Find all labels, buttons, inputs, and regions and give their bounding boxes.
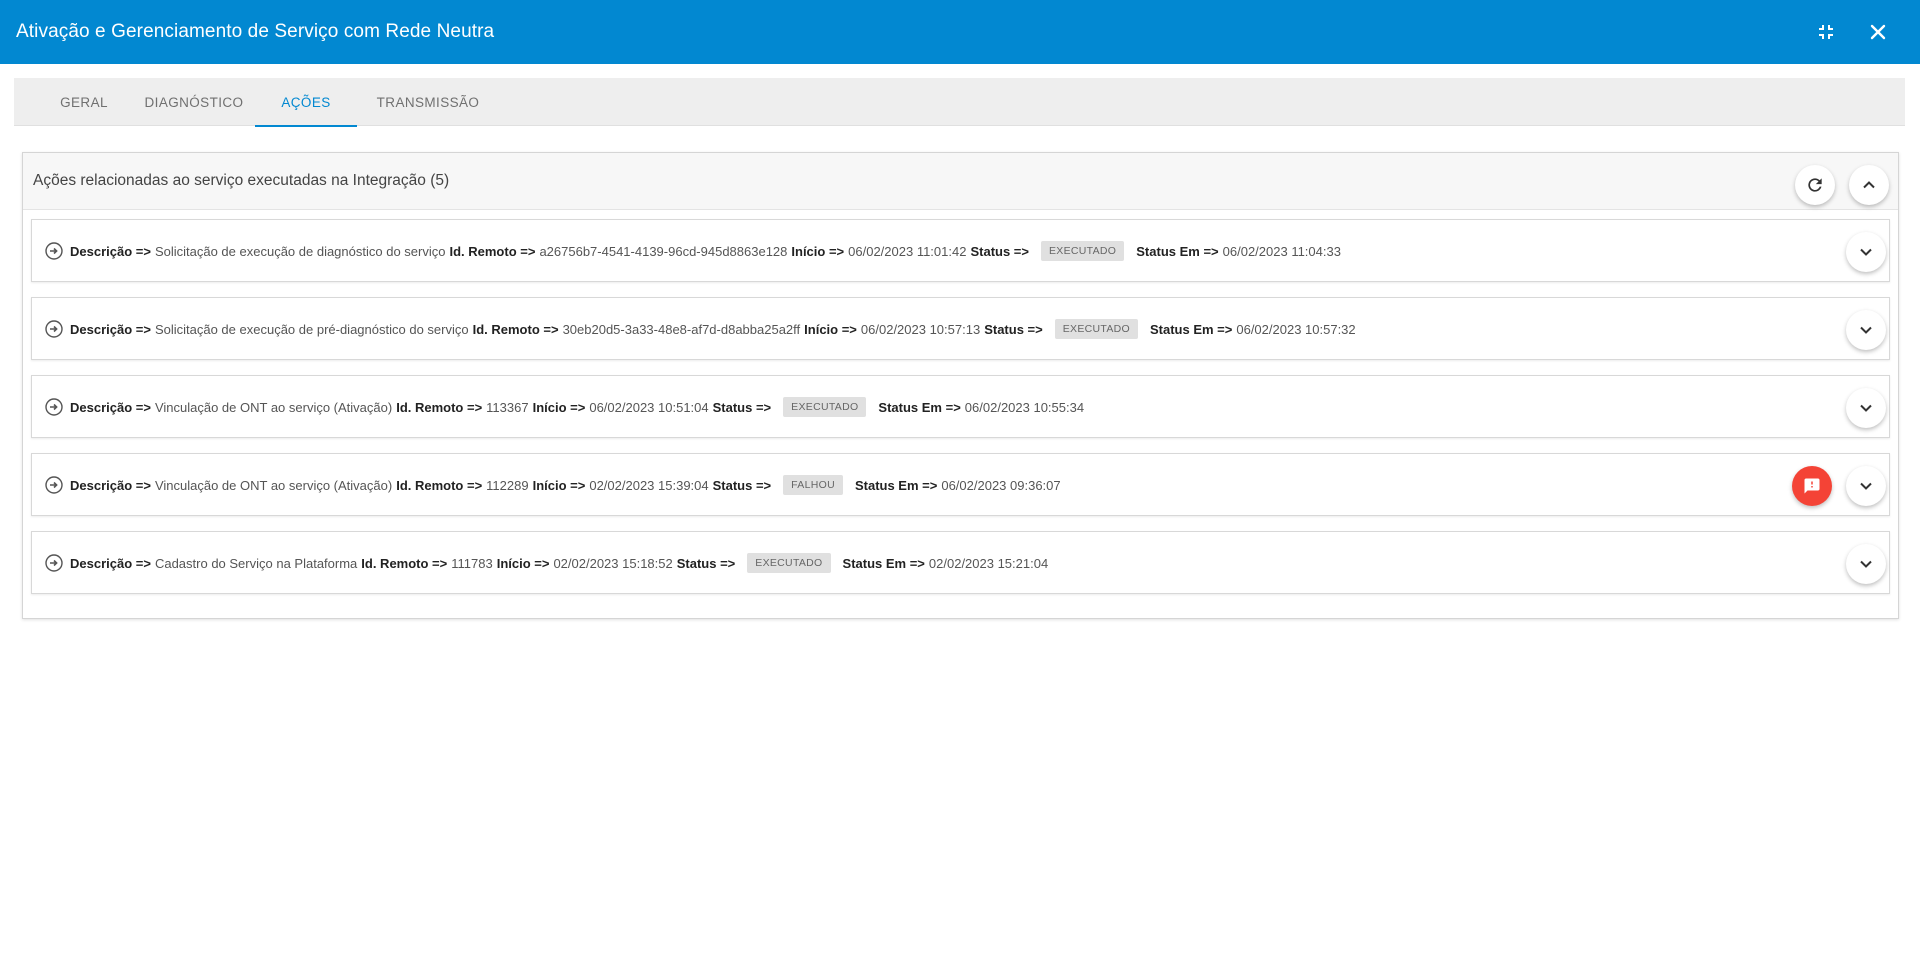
- status-em-label: Status Em =>: [1149, 321, 1233, 337]
- inicio-value: 06/02/2023 11:01:42: [848, 243, 967, 259]
- close-window-button[interactable]: [1862, 16, 1894, 48]
- status-label: Status =>: [984, 321, 1043, 337]
- refresh-icon: [1808, 178, 1822, 192]
- status-badge: EXECUTADO: [747, 553, 831, 573]
- id-remoto-value: 111783: [451, 555, 493, 571]
- id-remoto-value: 112289: [486, 477, 529, 493]
- status-label: Status =>: [676, 555, 736, 571]
- inicio-label: Início =>: [791, 243, 845, 259]
- collapse-window-button[interactable]: [1810, 16, 1842, 48]
- descricao-label: Descrição =>: [70, 555, 151, 571]
- action-row: Descrição => Vinculação de ONT ao serviç…: [31, 453, 1890, 516]
- status-em-value: 06/02/2023 11:04:33: [1222, 243, 1341, 259]
- actions-panel: Ações relacionadas ao serviço executadas…: [22, 152, 1899, 619]
- error-details-button[interactable]: [1792, 466, 1832, 506]
- close-icon: [1870, 24, 1886, 40]
- arrow-circle-icon: [44, 241, 64, 261]
- inicio-value: 02/02/2023 15:39:04: [589, 477, 709, 493]
- chevron-down-icon: [1860, 326, 1872, 334]
- action-row: Descrição => Solicitação de execução de …: [31, 219, 1890, 282]
- inicio-label: Início =>: [532, 399, 586, 415]
- tab-acoes[interactable]: AÇÕES: [255, 78, 357, 127]
- id-remoto-label: Id. Remoto =>: [396, 477, 483, 493]
- window-titlebar: Ativação e Gerenciamento de Serviço com …: [0, 0, 1920, 64]
- id-remoto-label: Id. Remoto =>: [449, 243, 536, 259]
- inicio-value: 06/02/2023 10:51:04: [589, 399, 709, 415]
- action-summary: Descrição => Vinculação de ONT ao serviç…: [44, 397, 1088, 417]
- inicio-value: 06/02/2023 10:57:13: [860, 321, 981, 337]
- tab-bar: GERAL DIAGNÓSTICO AÇÕES TRANSMISSÃO: [14, 78, 1905, 127]
- refresh-button[interactable]: [1795, 165, 1835, 205]
- action-summary: Descrição => Vinculação de ONT ao serviç…: [44, 475, 1065, 495]
- status-em-value: 06/02/2023 10:57:32: [1236, 321, 1356, 337]
- chevron-down-icon: [1860, 248, 1872, 256]
- inicio-value: 02/02/2023 15:18:52: [553, 555, 673, 571]
- id-remoto-value: a26756b7-4541-4139-96cd-945d8863e128: [539, 243, 788, 259]
- id-remoto-value: 113367: [486, 399, 529, 415]
- status-badge: FALHOU: [783, 475, 843, 495]
- tab-label: AÇÕES: [281, 94, 331, 110]
- expand-row-button[interactable]: [1846, 544, 1886, 584]
- descricao-value: Vinculação de ONT ao serviço (Ativação): [154, 477, 393, 493]
- status-em-label: Status Em =>: [854, 477, 938, 493]
- tab-diagnostico[interactable]: DIAGNÓSTICO: [124, 78, 264, 126]
- tab-transmissao[interactable]: TRANSMISSÃO: [358, 78, 498, 126]
- id-remoto-label: Id. Remoto =>: [361, 555, 448, 571]
- tab-label: GERAL: [60, 94, 108, 110]
- descricao-value: Solicitação de execução de pré-diagnósti…: [154, 321, 469, 337]
- panel-title: Ações relacionadas ao serviço executadas…: [33, 172, 450, 189]
- status-em-label: Status Em =>: [1136, 243, 1219, 259]
- panel-header: Ações relacionadas ao serviço executadas…: [23, 153, 1898, 210]
- expand-row-button[interactable]: [1846, 232, 1886, 272]
- arrow-circle-icon: [44, 553, 64, 573]
- descricao-label: Descrição =>: [70, 321, 151, 337]
- status-label: Status =>: [970, 243, 1029, 259]
- chevron-down-icon: [1860, 482, 1872, 490]
- inicio-label: Início =>: [496, 555, 550, 571]
- inicio-label: Início =>: [532, 477, 586, 493]
- descricao-value: Vinculação de ONT ao serviço (Ativação): [154, 399, 393, 415]
- status-label: Status =>: [712, 477, 772, 493]
- tab-label: DIAGNÓSTICO: [144, 94, 244, 110]
- id-remoto-label: Id. Remoto =>: [396, 399, 483, 415]
- collapse-panel-button[interactable]: [1849, 165, 1889, 205]
- action-summary: Descrição => Solicitação de execução de …: [44, 241, 1345, 261]
- inicio-label: Início =>: [804, 321, 857, 337]
- expand-row-button[interactable]: [1846, 388, 1886, 428]
- action-row: Descrição => Solicitação de execução de …: [31, 297, 1890, 360]
- status-em-value: 06/02/2023 09:36:07: [941, 477, 1061, 493]
- status-badge: EXECUTADO: [783, 397, 867, 417]
- descricao-value: Cadastro do Serviço na Plataforma: [154, 555, 358, 571]
- tab-label: TRANSMISSÃO: [376, 94, 480, 110]
- id-remoto-value: 30eb20d5-3a33-48e8-af7d-d8abba25a2ff: [562, 321, 801, 337]
- status-em-value: 06/02/2023 10:55:34: [964, 399, 1085, 415]
- descricao-label: Descrição =>: [70, 243, 151, 259]
- window-title: Ativação e Gerenciamento de Serviço com …: [16, 21, 495, 42]
- status-em-label: Status Em =>: [842, 555, 925, 571]
- descricao-label: Descrição =>: [70, 477, 151, 493]
- chevron-up-icon: [1863, 181, 1875, 189]
- collapse-icon: [1819, 25, 1833, 39]
- chevron-down-icon: [1860, 404, 1872, 412]
- status-label: Status =>: [712, 399, 772, 415]
- action-row: Descrição => Vinculação de ONT ao serviç…: [31, 375, 1890, 438]
- chevron-down-icon: [1860, 560, 1872, 568]
- status-em-value: 02/02/2023 15:21:04: [928, 555, 1049, 571]
- descricao-value: Solicitação de execução de diagnóstico d…: [154, 243, 446, 259]
- action-summary: Descrição => Solicitação de execução de …: [44, 319, 1360, 339]
- id-remoto-label: Id. Remoto =>: [472, 321, 559, 337]
- alert-message-icon: [1804, 478, 1820, 494]
- status-badge: EXECUTADO: [1041, 241, 1125, 261]
- status-badge: EXECUTADO: [1054, 319, 1138, 339]
- arrow-circle-icon: [44, 319, 64, 339]
- action-row: Descrição => Cadastro do Serviço na Plat…: [31, 531, 1890, 594]
- arrow-circle-icon: [44, 475, 64, 495]
- arrow-circle-icon: [44, 397, 64, 417]
- action-summary: Descrição => Cadastro do Serviço na Plat…: [44, 553, 1052, 573]
- expand-row-button[interactable]: [1846, 466, 1886, 506]
- status-em-label: Status Em =>: [878, 399, 961, 415]
- descricao-label: Descrição =>: [70, 399, 151, 415]
- active-tab-indicator: [255, 125, 357, 127]
- expand-row-button[interactable]: [1846, 310, 1886, 350]
